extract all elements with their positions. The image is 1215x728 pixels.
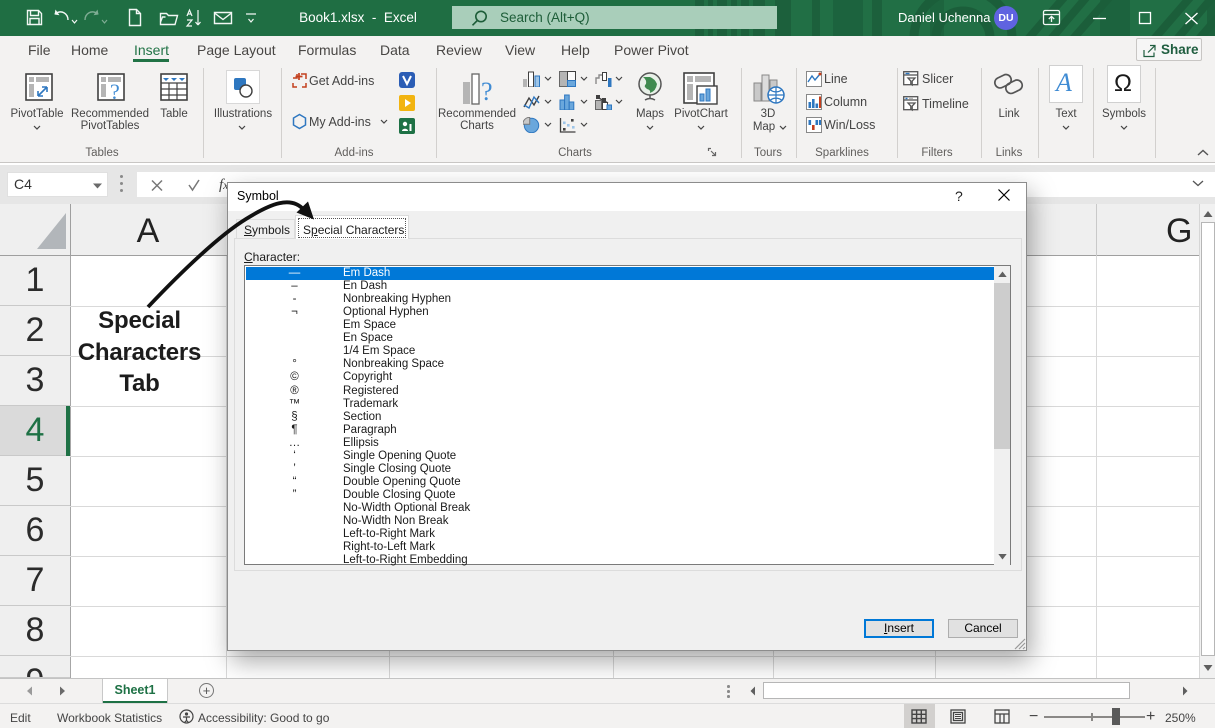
svg-text:?: ? [481,77,493,106]
svg-text:?: ? [110,79,120,103]
